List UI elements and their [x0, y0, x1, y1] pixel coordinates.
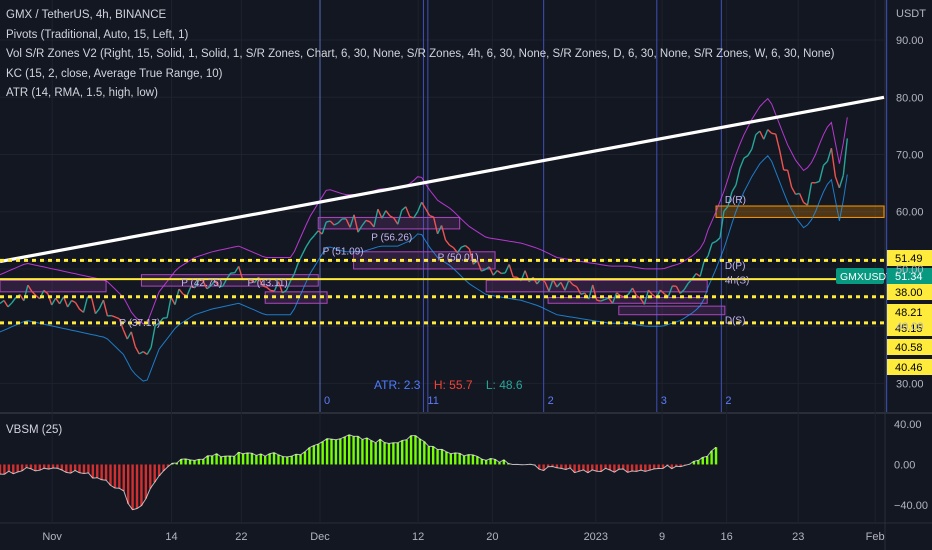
legend-vol-sr-zones[interactable]: Vol S/R Zones V2 (Right, 15, Solid, 1, S…: [6, 45, 834, 65]
time-tick-label: 9: [659, 531, 665, 543]
price-segment: [270, 289, 275, 292]
pivot-label: P (50.01): [438, 252, 479, 263]
price-tick-label: 30.00: [896, 378, 924, 390]
oscillator-label[interactable]: VBSM (25): [6, 424, 62, 436]
orange-resistance-zone: [715, 205, 885, 218]
time-tick-label: Feb: [866, 531, 885, 543]
price-segment: [596, 299, 601, 302]
time-tick-label: 16: [721, 531, 733, 543]
price-segment: [795, 192, 800, 196]
symbol-title[interactable]: GMX / TetherUS, 4h, BINANCE: [6, 6, 834, 26]
level-price-text: 40.58: [895, 342, 923, 354]
price-segment: [771, 132, 776, 135]
pivot-label: P (43.11): [248, 278, 288, 289]
level-price-text: 38.00: [895, 287, 923, 299]
time-tick-label: 12: [412, 531, 424, 543]
pivot-label: D(S): [725, 315, 746, 326]
time-tick-label: 23: [792, 531, 804, 543]
pivot-label: P (56.26): [371, 232, 412, 243]
low-value: L: 48.6: [485, 378, 523, 392]
pivot-label: 4h(S): [725, 275, 749, 286]
osc-tick-label: 40.00: [894, 419, 922, 431]
session-label: 0: [324, 395, 330, 407]
price-tick-label: 50.00: [896, 264, 924, 276]
legend-pivots[interactable]: Pivots (Traditional, Auto, 15, Left, 1): [6, 26, 834, 46]
sr-zone: [618, 305, 726, 316]
sr-zone: [317, 216, 461, 230]
sr-zone: [0, 279, 107, 293]
session-label: 2: [548, 395, 554, 407]
osc-tick-label: 0.00: [894, 459, 915, 471]
price-tick-label: 90.00: [896, 35, 924, 47]
price-segment: [501, 272, 506, 275]
time-tick-label: 20: [486, 531, 498, 543]
price-tick-label: 70.00: [896, 150, 924, 162]
session-label: 2: [725, 395, 731, 407]
session-label: 3: [661, 395, 667, 407]
price-segment: [580, 292, 585, 295]
price-tick-label: 60.00: [896, 207, 924, 219]
session-label: 11: [427, 395, 438, 407]
price-tick-label: 40.00: [896, 321, 924, 333]
pivot-label: D(R): [725, 195, 746, 206]
symbol-badge-text: GMXUSDT: [840, 271, 893, 283]
legend-keltner[interactable]: KC (15, 2, close, Average True Range, 10…: [6, 65, 834, 85]
osc-tick-label: −40.00: [894, 500, 928, 512]
atr-stats: ATR: 2.3 H: 55.7 L: 48.6: [374, 378, 533, 392]
price-tick-label: 80.00: [896, 92, 924, 104]
pivot-label: P (51.09): [323, 247, 364, 258]
high-value: H: 55.7: [433, 378, 473, 392]
pivot-label: D(P): [725, 261, 746, 272]
currency-label: USDT: [896, 8, 926, 20]
legend-atr[interactable]: ATR (14, RMA, 1.5, high, low): [6, 84, 834, 104]
pivot-label: P (42.75): [181, 278, 222, 289]
time-tick-label: 14: [165, 531, 177, 543]
atr-value: ATR: 2.3: [374, 378, 421, 392]
time-tick-label: 2023: [584, 531, 608, 543]
time-tick-label: Dec: [310, 531, 330, 543]
pivot-label: P (37.17): [119, 318, 160, 329]
time-tick-label: 22: [235, 531, 247, 543]
indicator-legend: GMX / TetherUS, 4h, BINANCE Pivots (Trad…: [6, 6, 834, 104]
level-price-text: 40.46: [895, 362, 923, 374]
level-price-text: 48.21: [895, 307, 923, 319]
sr-zone: [547, 297, 708, 304]
time-tick-label: Nov: [42, 531, 62, 543]
